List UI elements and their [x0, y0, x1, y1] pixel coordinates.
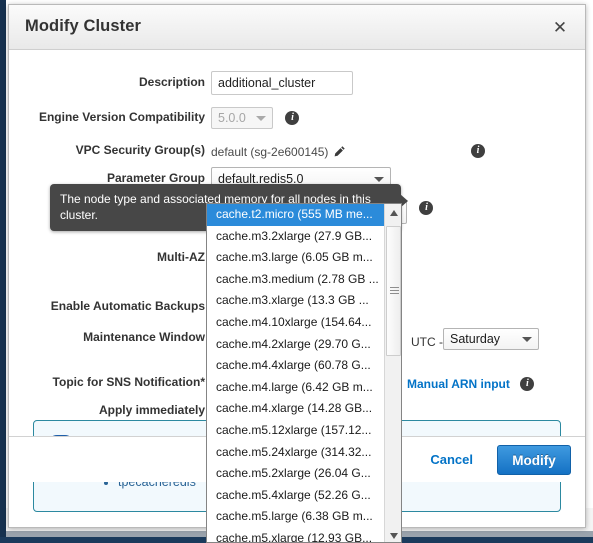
sns-topic-label: Topic for SNS Notification*: [52, 375, 205, 389]
chevron-down-icon: [522, 337, 532, 342]
dropdown-option[interactable]: cache.m3.medium (2.78 GB ...: [207, 269, 385, 291]
dropdown-option[interactable]: cache.m5.4xlarge (52.26 G...: [207, 485, 385, 507]
description-label: Description: [138, 75, 205, 89]
engine-version-info-icon[interactable]: i: [285, 110, 300, 125]
maintenance-window-day-select[interactable]: Saturday: [443, 328, 539, 350]
vpc-security-groups-info-icon[interactable]: i: [471, 143, 485, 158]
engine-version-select[interactable]: 5.0.0: [211, 107, 273, 129]
sns-topic-info-icon[interactable]: i: [520, 376, 535, 391]
dropdown-option[interactable]: cache.m4.xlarge (14.28 GB...: [207, 398, 385, 420]
dropdown-option[interactable]: cache.m5.24xlarge (314.32...: [207, 442, 385, 464]
row-description: Description: [9, 71, 585, 95]
dropdown-option[interactable]: cache.m3.xlarge (13.3 GB ...: [207, 290, 385, 312]
dropdown-scrollbar[interactable]: [384, 204, 401, 542]
engine-version-label: Engine Version Compatibility: [38, 110, 205, 124]
pencil-icon[interactable]: [333, 145, 346, 158]
row-vpc-security-groups: VPC Security Group(s) default (sg-2e6001…: [9, 140, 585, 162]
node-type-info-icon[interactable]: i: [419, 200, 434, 215]
maintenance-window-day-value: Saturday: [450, 332, 501, 346]
dropdown-option[interactable]: cache.m5.xlarge (12.93 GB...: [207, 528, 385, 542]
manual-arn-input-link[interactable]: Manual ARN input: [407, 377, 510, 391]
engine-version-value: 5.0.0: [218, 111, 246, 125]
maintenance-window-utc-label: UTC -: [411, 335, 443, 349]
maintenance-window-label: Maintenance Window: [83, 330, 205, 344]
screen: © 2008 - 2019, Amazon Web Services, Inc.…: [0, 0, 593, 543]
row-engine-version: Engine Version Compatibility 5.0.0 i: [9, 107, 585, 129]
dropdown-option[interactable]: cache.m3.2xlarge (27.9 GB...: [207, 226, 385, 248]
page-left-edge: [0, 0, 6, 543]
dialog-titlebar: Modify Cluster ✕: [9, 5, 585, 50]
parameter-group-label: Parameter Group: [106, 171, 205, 185]
apply-immediately-label: Apply immediately: [98, 403, 205, 417]
automatic-backups-label: Enable Automatic Backups: [50, 299, 205, 313]
dropdown-option[interactable]: cache.m4.2xlarge (29.70 G...: [207, 334, 385, 356]
dropdown-option[interactable]: cache.m4.large (6.42 GB m...: [207, 377, 385, 399]
multi-az-label: Multi-AZ: [157, 250, 205, 264]
dropdown-option[interactable]: cache.m5.2xlarge (26.04 G...: [207, 463, 385, 485]
chevron-down-icon: [256, 116, 266, 121]
page-title: Modify Cluster: [25, 17, 141, 35]
chevron-down-icon: [374, 177, 384, 182]
dropdown-option[interactable]: cache.m4.10xlarge (154.64...: [207, 312, 385, 334]
cancel-button[interactable]: Cancel: [424, 451, 479, 468]
chevron-down-icon[interactable]: [385, 527, 401, 542]
modify-button[interactable]: Modify: [497, 445, 571, 475]
dropdown-option[interactable]: cache.t2.micro (555 MB me...: [207, 204, 385, 226]
description-input[interactable]: [211, 71, 353, 95]
scrollbar-thumb[interactable]: [386, 226, 401, 356]
chevron-up-icon[interactable]: [385, 204, 401, 221]
vpc-security-groups-label: VPC Security Group(s): [75, 143, 205, 157]
close-icon[interactable]: ✕: [547, 15, 573, 41]
vpc-security-groups-value: default (sg-2e600145): [211, 145, 329, 159]
dropdown-option[interactable]: cache.m3.large (6.05 GB m...: [207, 247, 385, 269]
dropdown-option[interactable]: cache.m5.large (6.38 GB m...: [207, 506, 385, 528]
dropdown-option[interactable]: cache.m5.12xlarge (157.12...: [207, 420, 385, 442]
dropdown-options[interactable]: cache.t2.micro (555 MB me... cache.m3.2xl…: [207, 204, 385, 542]
dropdown-option[interactable]: cache.m4.4xlarge (60.78 G...: [207, 355, 385, 377]
node-type-dropdown-list[interactable]: cache.t2.micro (555 MB me... cache.m3.2xl…: [206, 203, 402, 543]
